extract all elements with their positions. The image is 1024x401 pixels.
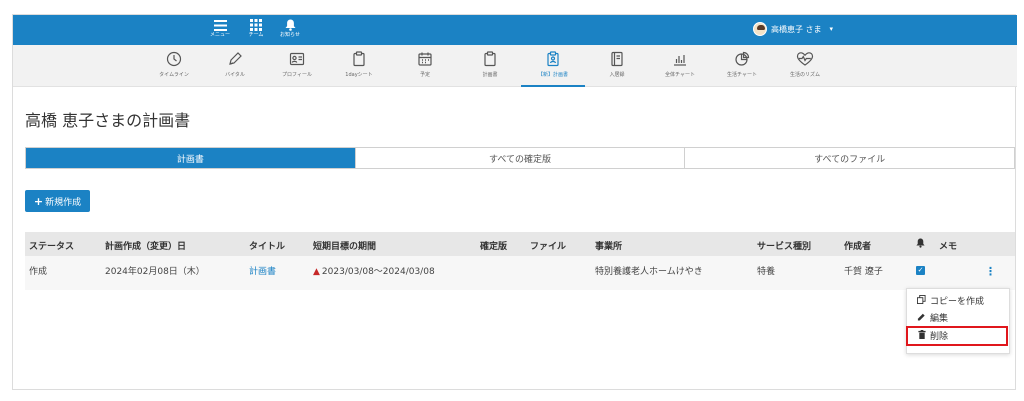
tab-life-rhythm[interactable]: 生活のリズム: [773, 49, 837, 87]
clipboard-icon: [482, 49, 498, 69]
tab-1day-sheet[interactable]: 1dayシート: [327, 49, 391, 87]
cell-title-link[interactable]: 計画書: [249, 264, 276, 277]
tab-schedule[interactable]: 予定: [393, 49, 457, 87]
menu-button[interactable]: メニュー: [206, 18, 234, 44]
header-confirmed: 確定版: [480, 242, 508, 252]
pie-chart-icon: [734, 49, 750, 69]
user-menu[interactable]: 高橋恵子 さま ▾: [753, 22, 833, 36]
segment-all-files[interactable]: すべてのファイル: [685, 148, 1014, 168]
hamburger-icon: [213, 18, 227, 32]
clipboard-icon: [351, 49, 367, 69]
tab-profile[interactable]: プロフィール: [265, 49, 329, 87]
tab-overall-chart[interactable]: 全体チャート: [648, 49, 712, 87]
top-bar: メニュー チーム お知らせ 高橋恵子 さま ▾: [13, 15, 1017, 45]
warning-icon: ▲: [313, 267, 320, 277]
tab-label: 計画書: [482, 72, 498, 78]
edit-icon: [917, 312, 926, 324]
tab-label: 1dayシート: [345, 72, 373, 78]
tab-plan[interactable]: 計画書: [458, 49, 522, 87]
segment-control: 計画書 すべての確定版 すべてのファイル: [25, 147, 1015, 169]
tab-label: バイタル: [225, 72, 245, 78]
heart-pulse-icon: [796, 49, 814, 69]
bell-icon: [285, 18, 296, 32]
tab-label: プロフィール: [282, 72, 312, 78]
row-actions-kebab-icon[interactable]: ⋮: [985, 265, 996, 278]
tab-vital[interactable]: バイタル: [203, 49, 267, 87]
new-create-button[interactable]: + 新規作成: [25, 190, 90, 212]
header-period: 短期目標の期間: [313, 242, 377, 252]
header-title: タイトル: [249, 242, 286, 252]
tab-timeline[interactable]: タイムライン: [142, 49, 206, 87]
cell-author: 千賀 遼子: [844, 267, 883, 277]
tab-label: 生活チャート: [727, 72, 757, 78]
tab-admission-record[interactable]: 入居録: [585, 49, 649, 87]
tab-new-plan[interactable]: 【新】計画書: [521, 49, 585, 87]
tab-label: 予定: [419, 72, 430, 78]
tab-label: 全体チャート: [665, 72, 695, 78]
header-date: 計画作成（変更）日: [105, 242, 187, 252]
segment-plan[interactable]: 計画書: [26, 148, 356, 168]
cell-service: 特養: [757, 267, 776, 277]
avatar: [753, 22, 767, 36]
delete-highlight-box: [906, 326, 1008, 346]
menu-item-copy[interactable]: コピーを作成: [917, 294, 984, 307]
grid-icon: [250, 18, 262, 32]
menu-label: メニュー: [209, 32, 230, 38]
team-label: チーム: [248, 32, 264, 38]
cell-date: 2024年02月08日（木）: [105, 267, 205, 277]
book-icon: [609, 49, 625, 69]
header-memo: メモ: [939, 242, 958, 252]
plus-icon: +: [33, 194, 44, 208]
notify-checkbox[interactable]: ✓: [916, 266, 925, 275]
period-text: 2023/03/08～2024/03/08: [321, 267, 435, 277]
tab-label: 【新】計画書: [537, 72, 568, 78]
tab-life-chart[interactable]: 生活チャート: [710, 49, 774, 87]
notice-label: お知らせ: [280, 32, 300, 38]
page-title: 高橋 恵子さまの計画書: [25, 111, 191, 130]
bell-icon: [916, 238, 925, 251]
bar-chart-icon: [672, 49, 688, 69]
segment-all-confirmed[interactable]: すべての確定版: [356, 148, 686, 168]
notice-button[interactable]: お知らせ: [276, 18, 304, 44]
new-create-label: 新規作成: [45, 197, 82, 208]
cell-period: ▲ 2023/03/08～2024/03/08: [313, 264, 435, 277]
caret-down-icon: ▾: [829, 25, 834, 33]
clipboard-person-icon: [545, 49, 561, 69]
tab-label: 生活のリズム: [789, 72, 820, 78]
team-button[interactable]: チーム: [242, 18, 270, 44]
tab-label: 入居録: [609, 72, 625, 78]
clock-icon: [166, 49, 182, 69]
sub-nav: タイムライン バイタル プロフィール 1dayシート 予定 計画書 【新】計画書: [13, 45, 1017, 87]
profile-card-icon: [289, 49, 305, 69]
cell-status: 作成: [29, 267, 48, 277]
header-author: 作成者: [844, 242, 872, 252]
check-icon: ✓: [916, 266, 925, 275]
user-name: 高橋恵子 さま: [771, 24, 822, 34]
pen-icon: [227, 49, 243, 69]
header-status: ステータス: [29, 242, 75, 252]
copy-icon: [917, 294, 926, 307]
header-file: ファイル: [530, 242, 567, 252]
header-service: サービス種別: [757, 242, 812, 252]
calendar-icon: [417, 49, 433, 69]
menu-edit-label: 編集: [930, 314, 949, 324]
table-row: 作成 2024年02月08日（木） 計画書 ▲ 2023/03/08～2024/0…: [25, 256, 1015, 290]
cell-office: 特別養護老人ホームけやき: [595, 267, 703, 277]
header-office: 事業所: [595, 242, 623, 252]
table-header: ステータス 計画作成（変更）日 タイトル 短期目標の期間 確定版 ファイル 事業…: [25, 232, 1015, 256]
app-window: メニュー チーム お知らせ 高橋恵子 さま ▾ タイムライン バイタル プロフィ…: [12, 14, 1017, 390]
menu-item-edit[interactable]: 編集: [917, 311, 948, 324]
tab-label: タイムライン: [159, 72, 189, 78]
menu-copy-label: コピーを作成: [930, 297, 985, 307]
